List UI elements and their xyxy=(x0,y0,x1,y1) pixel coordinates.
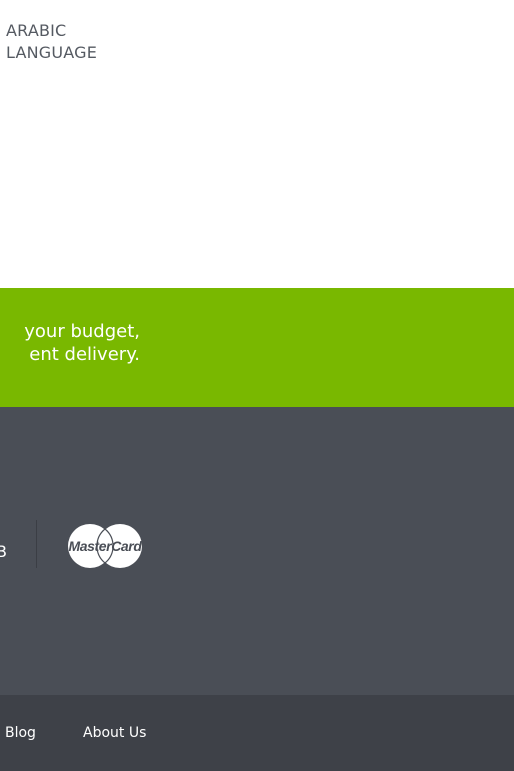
payment-method-partial-text: В xyxy=(0,542,7,561)
footer-link-about-us[interactable]: About Us xyxy=(83,723,146,743)
arabic-language-link[interactable]: ARABIC LANGUAGE xyxy=(6,20,136,64)
banner-text-line-2: ent delivery. xyxy=(29,344,140,365)
payment-methods-section: В MasterCard xyxy=(0,407,514,695)
mastercard-logo-text: MasterCard xyxy=(68,538,142,554)
page: ARABIC LANGUAGE your budget, ent deliver… xyxy=(0,0,514,771)
payment-divider xyxy=(36,520,37,568)
banner-text-line-1: your budget, xyxy=(24,321,140,342)
mastercard-icon: MasterCard xyxy=(68,524,143,568)
footer: Blog About Us xyxy=(0,695,514,771)
banner-text: your budget, ent delivery. xyxy=(0,320,140,366)
green-banner: your budget, ent delivery. xyxy=(0,288,514,407)
top-area: ARABIC LANGUAGE xyxy=(0,0,514,288)
footer-link-blog[interactable]: Blog xyxy=(5,723,36,743)
